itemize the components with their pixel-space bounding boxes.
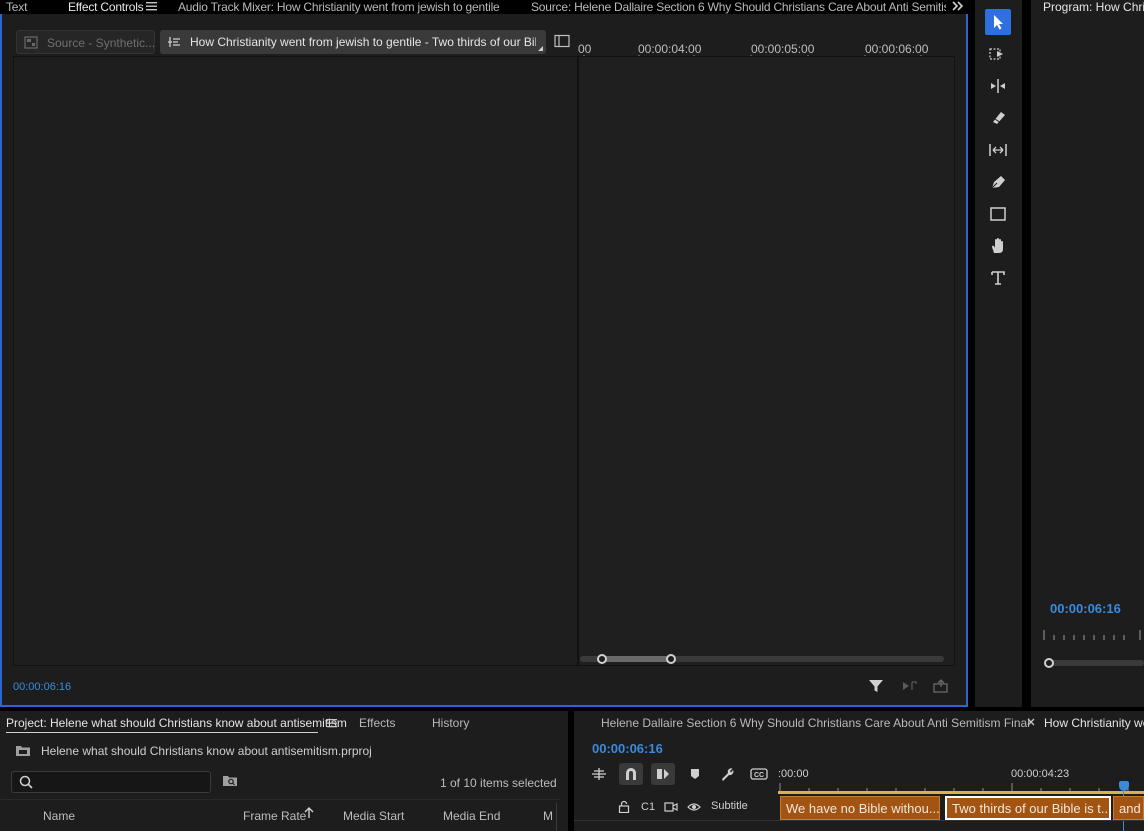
tab-sequence-christianity[interactable]: How Christianity wen bbox=[1044, 716, 1144, 730]
track-select-forward-tool-icon[interactable] bbox=[985, 41, 1011, 67]
tab-effects[interactable]: Effects bbox=[359, 716, 395, 730]
column-divider bbox=[556, 803, 557, 831]
slip-tool-icon[interactable] bbox=[985, 137, 1011, 163]
work-area-bar[interactable] bbox=[778, 791, 1144, 794]
program-timecode[interactable]: 00:00:06:16 bbox=[1050, 601, 1121, 616]
divider bbox=[0, 799, 560, 800]
tab-project[interactable]: Project: Helene what should Christians k… bbox=[6, 716, 347, 730]
tab-audio-track-mixer[interactable]: Audio Track Mixer: How Christianity went… bbox=[178, 0, 500, 14]
timeline-ruler-label: 00:00:04:23 bbox=[1011, 768, 1070, 780]
timeline-timecode[interactable]: 00:00:06:16 bbox=[592, 741, 663, 756]
linked-selection-button[interactable] bbox=[651, 763, 675, 785]
column-header-more[interactable]: M bbox=[543, 809, 553, 823]
more-tabs-chevron-icon[interactable] bbox=[951, 0, 965, 12]
program-zoom-scrollbar[interactable] bbox=[1048, 660, 1144, 666]
effect-properties-pane bbox=[13, 56, 578, 666]
timeline-settings-wrench-icon[interactable] bbox=[720, 767, 734, 781]
snap-toggle-button[interactable] bbox=[619, 763, 643, 785]
close-tab-icon[interactable] bbox=[1027, 718, 1035, 726]
magnet-icon bbox=[624, 767, 638, 781]
captions-cc-icon[interactable]: CC bbox=[750, 768, 768, 780]
playhead-handle[interactable] bbox=[1119, 781, 1129, 791]
project-file-name: Helene what should Christians know about… bbox=[41, 744, 372, 758]
ruler-label: 00:00:06:00 bbox=[865, 42, 929, 56]
caption-clip[interactable]: and I bbox=[1113, 796, 1144, 820]
column-header-media-end[interactable]: Media End bbox=[443, 809, 500, 823]
tab-history[interactable]: History bbox=[432, 716, 469, 730]
ruler-label: 00:00:05:00 bbox=[751, 42, 815, 56]
track-visibility-eye-icon[interactable] bbox=[687, 801, 701, 813]
effect-controls-panel: Source - Synthetic... How Christianity w… bbox=[0, 14, 968, 707]
track-target-c1[interactable]: C1 bbox=[641, 801, 655, 813]
play-audio-icon[interactable] bbox=[901, 679, 919, 693]
timeline-ruler-label: :00:00 bbox=[778, 768, 809, 780]
add-marker-icon[interactable] bbox=[690, 768, 700, 780]
tab-effect-controls[interactable]: Effect Controls bbox=[68, 0, 144, 14]
type-tool-icon[interactable] bbox=[985, 265, 1011, 291]
column-header-media-start[interactable]: Media Start bbox=[343, 809, 404, 823]
sort-ascending-icon[interactable] bbox=[304, 807, 314, 819]
project-panel: Project: Helene what should Christians k… bbox=[0, 711, 568, 831]
sequence-icon bbox=[168, 35, 182, 49]
selection-status: 1 of 10 items selected bbox=[440, 776, 557, 790]
pen-tool-icon[interactable] bbox=[985, 169, 1011, 195]
caption-clip[interactable]: We have no Bible withou... bbox=[780, 796, 940, 820]
sequence-chip-label: How Christianity went from jewish to gen… bbox=[190, 35, 536, 49]
track-label-subtitle: Subtitle bbox=[711, 800, 748, 812]
zoom-handle-right[interactable] bbox=[666, 654, 676, 664]
track-output-icon[interactable] bbox=[664, 801, 678, 813]
tab-text[interactable]: Text bbox=[6, 0, 27, 14]
selection-tool-icon[interactable] bbox=[985, 9, 1011, 35]
project-search-input[interactable] bbox=[11, 771, 211, 793]
tab-program[interactable]: Program: How Christi bbox=[1043, 0, 1144, 14]
insert-sequence-as-nest-icon[interactable] bbox=[591, 767, 607, 781]
program-monitor-panel: Program: How Christi 00:00:06:16 bbox=[1031, 0, 1144, 707]
rectangle-tool-icon[interactable] bbox=[985, 201, 1011, 227]
ripple-edit-tool-icon[interactable] bbox=[985, 73, 1011, 99]
new-search-bin-icon[interactable] bbox=[222, 774, 239, 788]
filter-icon[interactable] bbox=[868, 678, 884, 694]
tools-panel bbox=[975, 0, 1022, 707]
zoom-scrollbar-thumb[interactable] bbox=[600, 656, 672, 662]
search-icon bbox=[19, 775, 33, 789]
active-tab-underline bbox=[6, 732, 318, 733]
project-bin-icon bbox=[15, 744, 31, 757]
source-chip-label: Source - Synthetic... bbox=[47, 36, 156, 50]
track-lock-icon[interactable] bbox=[618, 800, 630, 813]
hand-tool-icon[interactable] bbox=[985, 233, 1011, 259]
linked-selection-icon bbox=[656, 767, 670, 781]
tab-sequence-helene[interactable]: Helene Dallaire Section 6 Why Should Chr… bbox=[601, 716, 1030, 730]
clip-icon bbox=[24, 36, 38, 49]
project-panel-menu-icon[interactable] bbox=[327, 718, 337, 728]
ruler-partial-label: 00 bbox=[578, 42, 592, 56]
column-header-frame-rate[interactable]: Frame Rate bbox=[243, 809, 306, 823]
tab-source[interactable]: Source: Helene Dallaire Section 6 Why Sh… bbox=[531, 0, 946, 14]
panel-menu-icon[interactable] bbox=[146, 1, 157, 11]
razor-tool-icon[interactable] bbox=[985, 105, 1011, 131]
source-clip-selector[interactable]: Source - Synthetic... bbox=[16, 30, 155, 54]
caption-clip-selected[interactable]: Two thirds of our Bible is t... bbox=[945, 796, 1111, 820]
zoom-handle-left[interactable] bbox=[597, 654, 607, 664]
svg-text:CC: CC bbox=[754, 772, 764, 779]
sequence-clip-selector[interactable]: How Christianity went from jewish to gen… bbox=[160, 30, 546, 54]
ruler-label: 00:00:04:00 bbox=[638, 42, 702, 56]
effect-controls-timecode[interactable]: 00:00:06:16 bbox=[13, 681, 71, 693]
track-divider bbox=[574, 820, 1144, 821]
program-zoom-handle[interactable] bbox=[1044, 658, 1054, 668]
keyframe-timeline-pane bbox=[578, 56, 955, 666]
corner-dropdown-icon bbox=[538, 46, 543, 51]
export-icon[interactable] bbox=[933, 679, 949, 693]
column-header-name[interactable]: Name bbox=[43, 809, 75, 823]
program-ruler-ticks[interactable] bbox=[1043, 630, 1144, 642]
toggle-timeline-view-icon[interactable] bbox=[554, 34, 570, 48]
